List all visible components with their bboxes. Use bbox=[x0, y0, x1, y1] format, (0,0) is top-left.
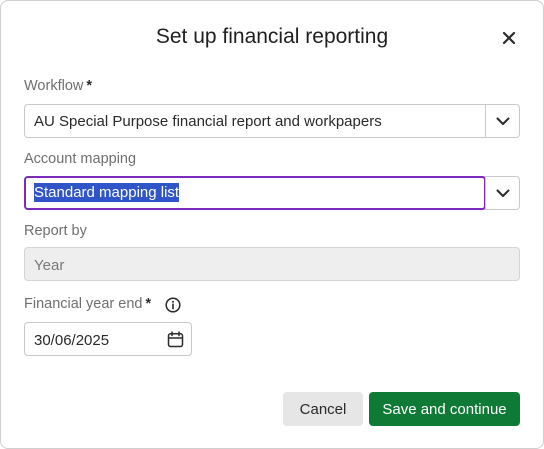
chevron-down-icon[interactable] bbox=[485, 105, 519, 137]
financial-year-end-input[interactable]: 30/06/2025 bbox=[24, 322, 192, 356]
workflow-select[interactable]: AU Special Purpose financial report and … bbox=[24, 104, 520, 138]
cancel-button[interactable]: Cancel bbox=[283, 392, 363, 426]
report-by-value: Year bbox=[34, 257, 65, 274]
chevron-down-icon[interactable] bbox=[485, 177, 519, 209]
info-icon[interactable] bbox=[165, 297, 181, 313]
close-icon[interactable] bbox=[499, 28, 519, 48]
account-mapping-value[interactable]: Standard mapping list bbox=[34, 183, 180, 202]
financial-year-end-label-text: Financial year end bbox=[24, 296, 143, 312]
required-marker: * bbox=[145, 296, 152, 312]
dialog-title: Set up financial reporting bbox=[155, 25, 389, 48]
account-mapping-select[interactable]: Standard mapping list bbox=[24, 176, 520, 210]
save-and-continue-button[interactable]: Save and continue bbox=[369, 392, 520, 426]
report-by-field: Year bbox=[24, 247, 520, 281]
financial-year-end-value[interactable]: 30/06/2025 bbox=[34, 332, 109, 349]
workflow-label-text: Workflow bbox=[24, 78, 84, 94]
workflow-value: AU Special Purpose financial report and … bbox=[34, 113, 382, 130]
calendar-icon[interactable] bbox=[167, 331, 184, 348]
account-mapping-label: Account mapping bbox=[24, 151, 137, 167]
financial-year-end-label: Financial year end * bbox=[24, 296, 151, 312]
required-marker: * bbox=[86, 78, 93, 94]
workflow-label: Workflow * bbox=[24, 78, 92, 94]
report-by-label: Report by bbox=[24, 223, 87, 239]
financial-reporting-dialog: Set up financial reporting Workflow * AU … bbox=[0, 0, 544, 449]
